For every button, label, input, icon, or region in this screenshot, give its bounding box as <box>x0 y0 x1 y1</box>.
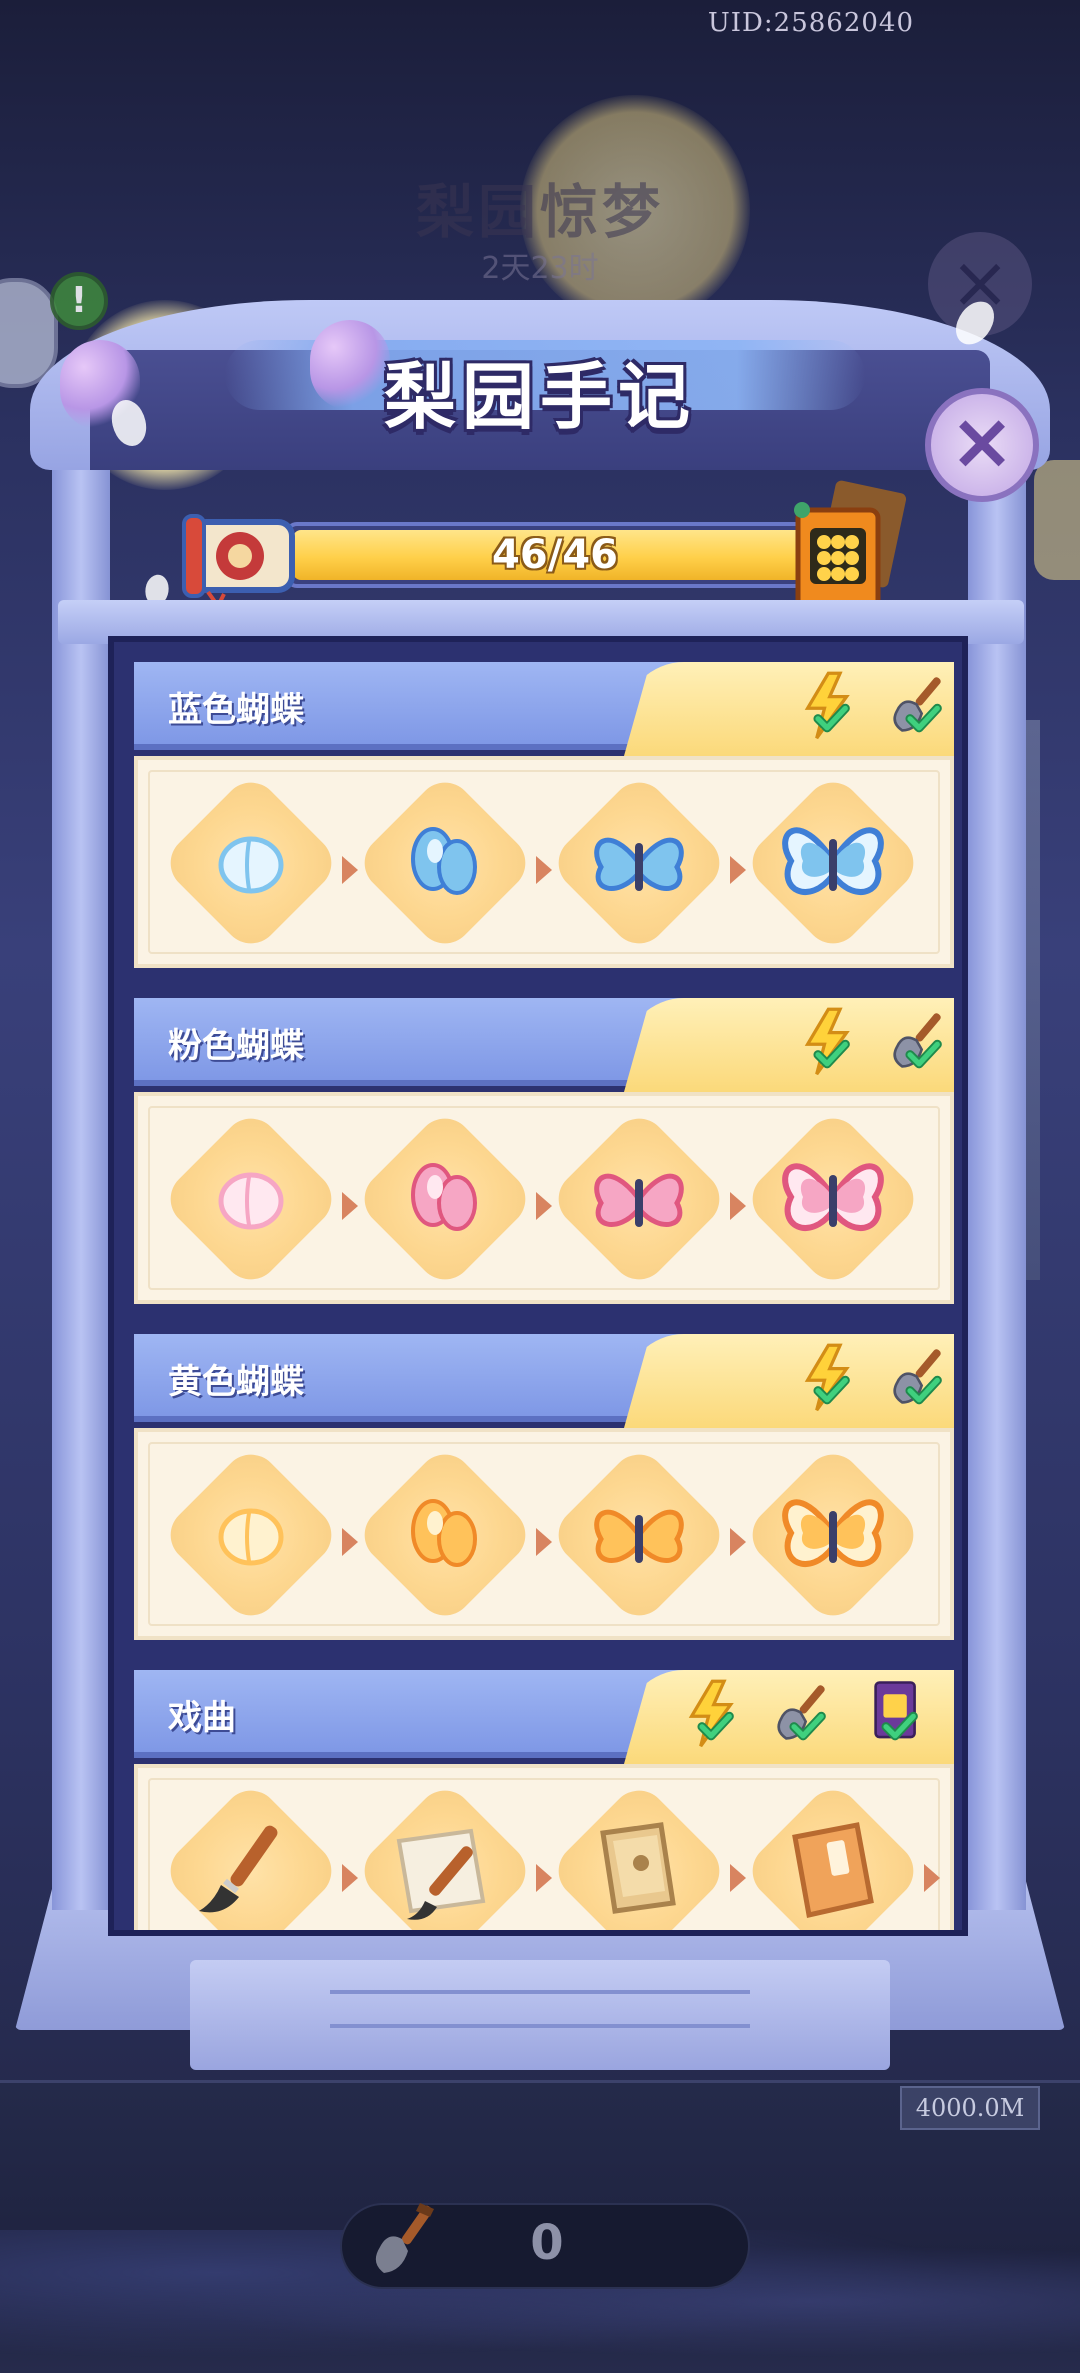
close-button[interactable]: × <box>925 388 1039 502</box>
money-label: 4000.0M <box>900 2086 1040 2130</box>
arrow-right-icon <box>730 1192 746 1220</box>
progress-text: 46/46 <box>492 532 618 578</box>
stage-slot[interactable] <box>741 771 925 955</box>
arrow-right-icon <box>730 1528 746 1556</box>
yellow-egg-icon <box>218 1508 284 1566</box>
stage-slot[interactable] <box>353 771 537 955</box>
section-title: 戏曲 <box>168 1698 236 1738</box>
pink-butterfly-large-icon <box>782 1163 884 1231</box>
shovel-check-icon <box>893 677 942 733</box>
section-title: 粉色蝴蝶 <box>168 1026 304 1066</box>
frame-pillar-right <box>968 440 1026 1910</box>
stage-slot[interactable] <box>547 1107 731 1291</box>
stage-slot[interactable] <box>741 1443 925 1627</box>
arrow-right-icon <box>730 856 746 884</box>
lightning-check-icon <box>804 1343 850 1412</box>
scroll-brush-icon <box>396 1828 486 1920</box>
section-stages <box>134 1764 954 1930</box>
pink-cocoon-icon <box>411 1163 477 1231</box>
arrow-right-icon <box>342 1864 358 1892</box>
panel-title: 梨园手记 <box>383 354 696 439</box>
blue-butterfly-large-icon <box>782 827 884 895</box>
arrow-right-icon <box>536 1864 552 1892</box>
opera-book-icon <box>792 1822 874 1919</box>
section-title: 蓝色蝴蝶 <box>168 690 304 730</box>
stage-slot[interactable] <box>159 1107 343 1291</box>
requirement-badges <box>624 662 954 756</box>
stage-slot[interactable] <box>353 1779 537 1930</box>
stage-slot[interactable] <box>353 1443 537 1627</box>
blue-butterfly-small-icon <box>594 837 684 891</box>
arrow-right-icon <box>536 1528 552 1556</box>
stage-slot[interactable] <box>741 1107 925 1291</box>
progress-bar: 46/46 <box>285 522 825 588</box>
arrow-right-icon <box>924 1864 940 1892</box>
pink-egg-icon <box>218 1172 284 1230</box>
lightning-check-icon <box>804 671 850 740</box>
requirement-badges <box>624 998 954 1092</box>
stage-slot[interactable] <box>547 771 731 955</box>
arrow-right-icon <box>342 1528 358 1556</box>
blue-cocoon-icon <box>411 827 477 895</box>
pink-butterfly-small-icon <box>594 1173 684 1227</box>
background-event-title: 梨园惊梦 <box>415 178 664 246</box>
yellow-butterfly-large-icon <box>782 1499 884 1567</box>
section-stages <box>134 1092 954 1304</box>
stage-slot[interactable] <box>741 1779 925 1930</box>
arrow-right-icon <box>536 1192 552 1220</box>
section-stages <box>134 756 954 968</box>
blue-egg-icon <box>218 836 284 894</box>
requirement-badges <box>624 1334 954 1428</box>
background-lantern <box>1034 460 1080 580</box>
yellow-cocoon-icon <box>411 1499 477 1567</box>
yellow-butterfly-small-icon <box>594 1509 684 1563</box>
uid-label: UID:25862040 <box>707 8 914 38</box>
arrow-right-icon <box>536 856 552 884</box>
stage-slot[interactable] <box>159 771 343 955</box>
lightning-check-icon <box>804 1007 850 1076</box>
stage-slot[interactable] <box>547 1443 731 1627</box>
scroll-icon <box>182 514 295 610</box>
shovel-check-icon <box>893 1013 942 1069</box>
brush-icon <box>199 1825 278 1913</box>
background-event-timer: 2天23时 <box>481 251 599 286</box>
frame-pillar-left <box>52 440 110 1910</box>
book-check-icon <box>874 1681 918 1741</box>
stage-slot[interactable] <box>159 1443 343 1627</box>
stage-slot[interactable] <box>353 1107 537 1291</box>
arrow-right-icon <box>342 1192 358 1220</box>
lightning-check-icon <box>688 1679 734 1748</box>
shovel-check-icon <box>893 1349 942 1405</box>
alert-icon: ! <box>50 272 108 330</box>
shovel-counter[interactable]: 0 <box>340 2203 750 2289</box>
stage-slot[interactable] <box>159 1779 343 1930</box>
requirement-badges <box>624 1670 954 1764</box>
script-book-icon <box>600 1822 676 1914</box>
shovel-check-icon <box>777 1685 826 1741</box>
section-stages <box>134 1428 954 1640</box>
butterfly-list[interactable]: 蓝色蝴蝶 粉色蝴蝶 黄色蝴蝶 戏曲 <box>108 636 968 1936</box>
frame-steps <box>190 1960 890 2070</box>
section-title: 黄色蝴蝶 <box>168 1362 304 1402</box>
reward-chest-icon[interactable] <box>780 480 910 620</box>
stage-slot[interactable] <box>547 1779 731 1930</box>
arrow-right-icon <box>730 1864 746 1892</box>
shovel-count: 0 <box>530 2215 564 2271</box>
arrow-right-icon <box>342 856 358 884</box>
